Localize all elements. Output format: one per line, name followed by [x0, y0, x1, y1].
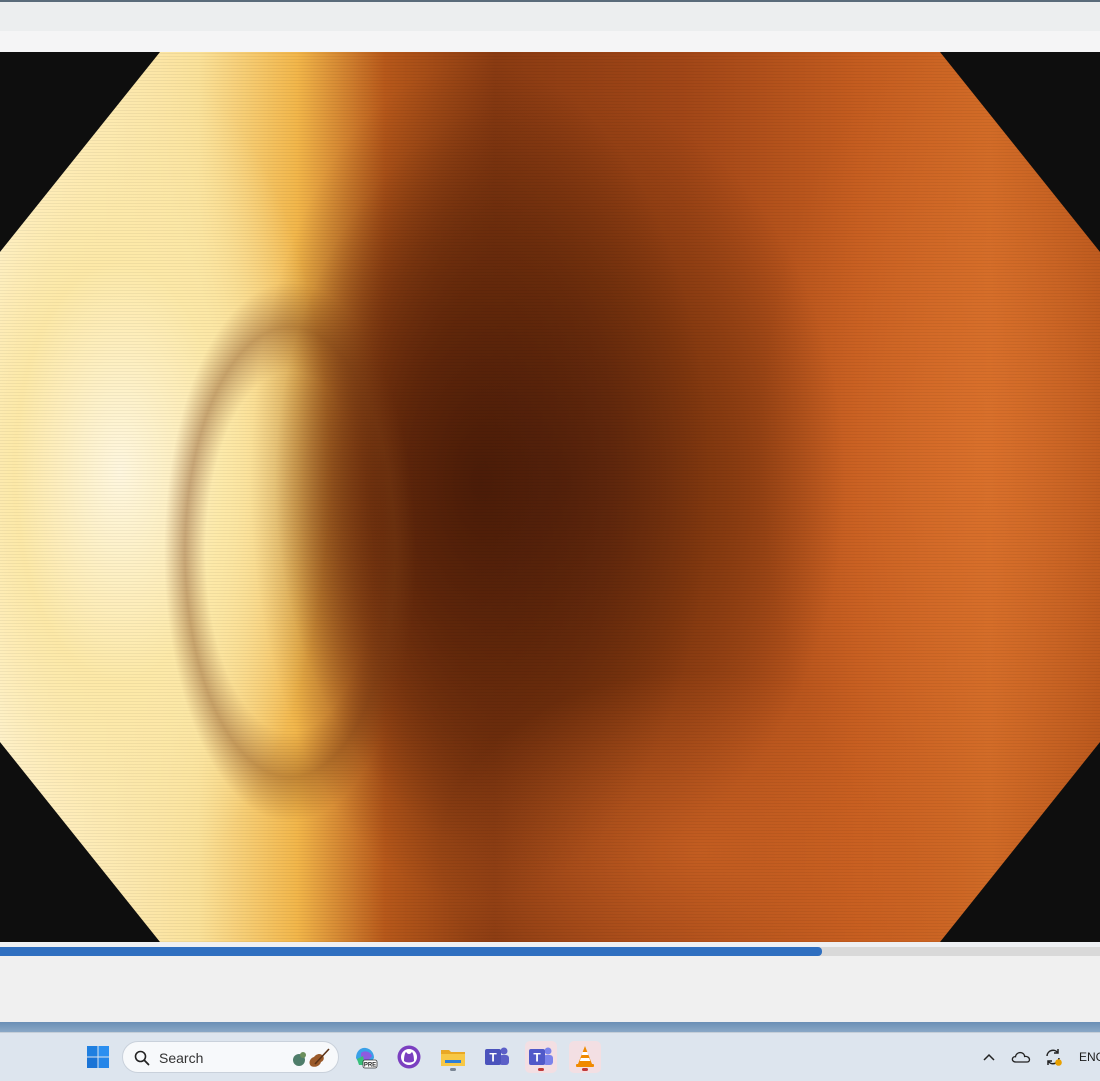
open-app-indicator: [538, 1068, 544, 1071]
start-button[interactable]: [82, 1041, 114, 1073]
vlc-cone-icon: [576, 1046, 594, 1067]
search-icon: [134, 1050, 150, 1066]
seek-bar[interactable]: [0, 947, 1100, 956]
onedrive-button[interactable]: [1009, 1045, 1033, 1069]
search-placeholder: Search: [159, 1050, 204, 1066]
chevron-up-icon: [983, 1053, 995, 1061]
teams-button[interactable]: T: [525, 1041, 557, 1073]
svg-text:T: T: [533, 1051, 541, 1065]
input-language-indicator[interactable]: ENG: [1079, 1050, 1100, 1064]
video-viewport[interactable]: [0, 52, 1100, 942]
open-app-indicator: [582, 1068, 588, 1071]
github-desktop-icon: [397, 1045, 421, 1069]
sync-icon: [1046, 1049, 1062, 1066]
seek-bar-progress: [0, 947, 822, 956]
file-explorer-button[interactable]: [437, 1041, 469, 1073]
video-scanlines: [0, 52, 1100, 942]
taskbar-search-box[interactable]: Search: [122, 1041, 339, 1073]
search-highlight-violin-icon: [293, 1048, 330, 1067]
desktop-wallpaper-strip: [0, 1022, 1100, 1032]
teams-icon: T: [529, 1047, 553, 1065]
player-controls-area: [0, 956, 1100, 1023]
cloud-icon: [1011, 1051, 1031, 1063]
show-hidden-icons-button[interactable]: [977, 1045, 1001, 1069]
teams-classic-button[interactable]: T: [481, 1041, 513, 1073]
windows-logo-icon: [87, 1046, 109, 1068]
svg-text:T: T: [489, 1051, 497, 1065]
folder-icon: [441, 1050, 465, 1066]
vlc-button[interactable]: [569, 1041, 601, 1073]
copilot-pre-button[interactable]: PRE: [349, 1041, 381, 1073]
taskbar: Search PRE T T EN: [0, 1032, 1100, 1081]
menu-bar[interactable]: [0, 31, 1100, 52]
teams-classic-icon: T: [485, 1047, 509, 1065]
window-title-bar[interactable]: [0, 0, 1100, 31]
sync-status-button[interactable]: [1041, 1045, 1065, 1069]
github-desktop-button[interactable]: [393, 1041, 425, 1073]
copilot-pre-icon: PRE: [356, 1047, 378, 1069]
open-app-indicator: [450, 1068, 456, 1071]
svg-text:PRE: PRE: [364, 1063, 376, 1069]
